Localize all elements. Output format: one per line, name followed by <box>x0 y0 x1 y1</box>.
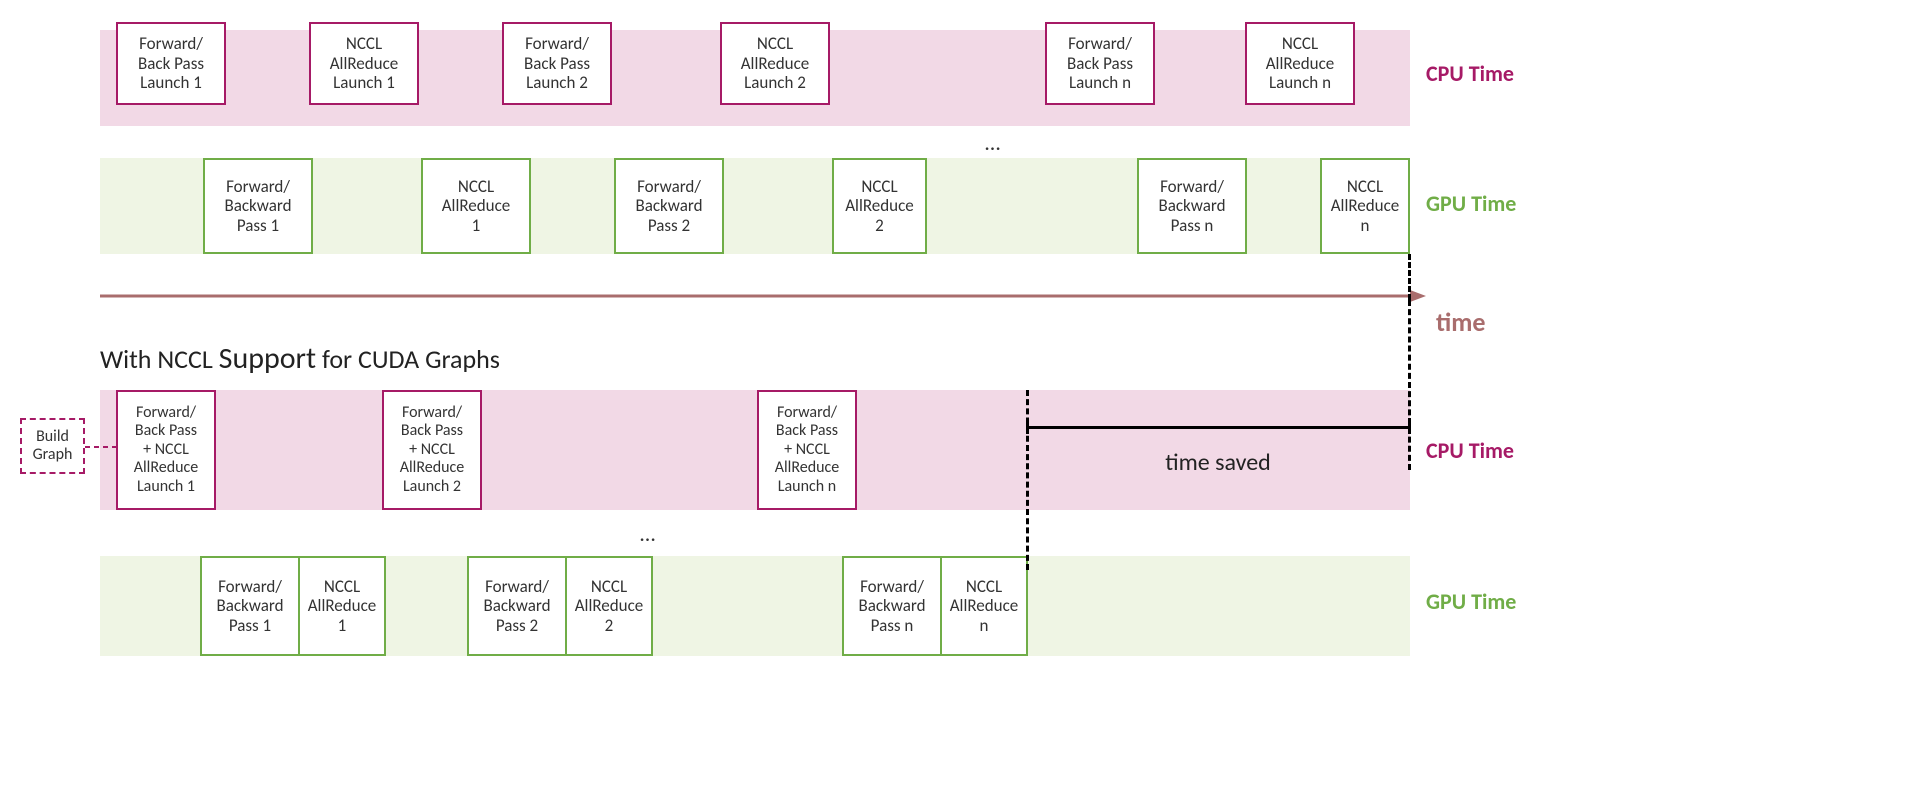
top-gpu-box-6: NCCLAllReducen <box>1320 158 1410 254</box>
top-gpu-box-2: NCCLAllReduce1 <box>421 158 531 254</box>
bottom-cpu-box-1: Forward/Back Pass+ NCCLAllReduceLaunch 1 <box>116 390 216 510</box>
top-gpu-box-4: NCCLAllReduce2 <box>832 158 927 254</box>
bottom-gpu-box-4: NCCLAllReduce2 <box>565 556 653 656</box>
time-saved-tick-left <box>1026 418 1029 434</box>
top-cpu-box-3: Forward/Back PassLaunch 2 <box>502 22 612 105</box>
time-saved-label: time saved <box>1148 448 1288 477</box>
dashed-saved-start <box>1026 390 1029 570</box>
top-gpu-box-1: Forward/BackwardPass 1 <box>203 158 313 254</box>
bottom-cpu-box-3: Forward/Back Pass+ NCCLAllReduceLaunch n <box>757 390 857 510</box>
top-ellipsis: … <box>985 129 1000 156</box>
time-axis-arrow <box>100 286 1430 306</box>
time-saved-bracket <box>1029 426 1409 429</box>
build-graph-box: BuildGraph <box>20 418 85 474</box>
bottom-gpu-box-2: NCCLAllReduce1 <box>298 556 386 656</box>
bottom-gpu-box-1: Forward/BackwardPass 1 <box>200 556 300 656</box>
top-cpu-box-2: NCCLAllReduceLaunch 1 <box>309 22 419 105</box>
top-cpu-box-6: NCCLAllReduceLaunch n <box>1245 22 1355 105</box>
diagram-canvas: Forward/Back PassLaunch 1 NCCLAllReduceL… <box>0 0 1923 809</box>
bottom-gpu-box-6: NCCLAllReducen <box>940 556 1028 656</box>
top-gpu-box-3: Forward/BackwardPass 2 <box>614 158 724 254</box>
time-saved-tick-right <box>1408 418 1411 434</box>
dashed-end-line-top <box>1408 254 1411 300</box>
bottom-gpu-box-5: Forward/BackwardPass n <box>842 556 942 656</box>
dashed-saved-end <box>1408 300 1411 470</box>
section-title: With NCCL Support for CUDA Graphs <box>100 340 500 377</box>
bottom-gpu-box-3: Forward/BackwardPass 2 <box>467 556 567 656</box>
top-cpu-box-4: NCCLAllReduceLaunch 2 <box>720 22 830 105</box>
bottom-cpu-box-2: Forward/Back Pass+ NCCLAllReduceLaunch 2 <box>382 390 482 510</box>
bottom-cpu-time-label: CPU Time <box>1426 437 1514 464</box>
top-gpu-time-label: GPU Time <box>1426 190 1516 217</box>
top-cpu-box-1: Forward/Back PassLaunch 1 <box>116 22 226 105</box>
top-cpu-time-label: CPU Time <box>1426 60 1514 87</box>
top-gpu-box-5: Forward/BackwardPass n <box>1137 158 1247 254</box>
time-axis-label: time <box>1436 306 1485 338</box>
bottom-gpu-time-label: GPU Time <box>1426 588 1516 615</box>
bottom-ellipsis: … <box>640 520 655 547</box>
top-cpu-box-5: Forward/Back PassLaunch n <box>1045 22 1155 105</box>
build-graph-connector <box>85 442 120 452</box>
